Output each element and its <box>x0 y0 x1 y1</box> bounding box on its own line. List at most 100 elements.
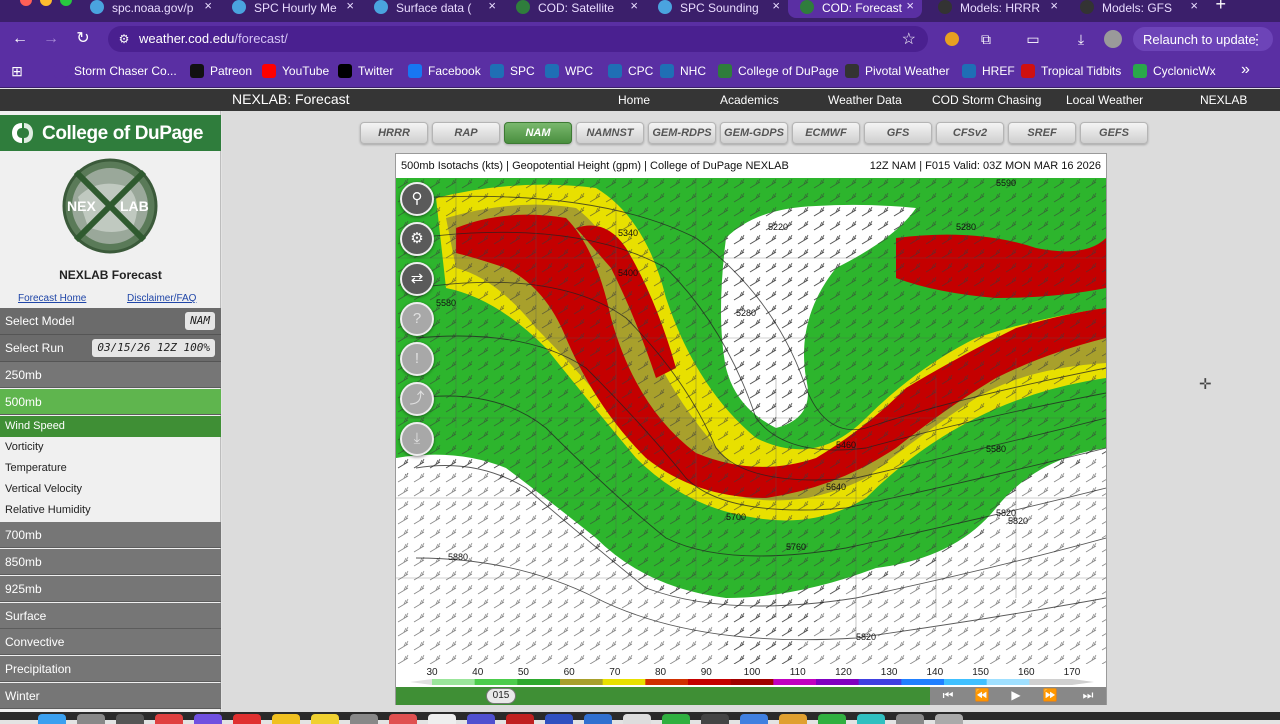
browser-tab[interactable]: Models: HRRR × <box>926 0 1066 18</box>
dock-app-icon[interactable] <box>350 714 378 724</box>
download-icon[interactable]: ⤓ <box>1072 30 1090 48</box>
bookmark-nhc[interactable]: NHC <box>660 64 706 78</box>
dock-app-icon[interactable] <box>428 714 456 724</box>
dock-app-icon[interactable] <box>272 714 300 724</box>
alert-icon[interactable]: ! <box>400 342 434 376</box>
nav-home[interactable]: Home <box>618 93 650 107</box>
model-tab-sref[interactable]: SREF <box>1008 122 1076 144</box>
site-info-icon[interactable]: ⚙ <box>116 31 132 47</box>
field-relative-humidity[interactable]: Relative Humidity <box>0 500 221 521</box>
model-tab-ecmwf[interactable]: ECMWF <box>792 122 860 144</box>
last-frame-icon[interactable]: ⏭ <box>1076 688 1100 703</box>
dock-app-icon[interactable] <box>311 714 339 724</box>
cast-icon[interactable]: ▭ <box>1024 30 1042 48</box>
close-tab-icon[interactable]: × <box>204 0 212 13</box>
bookmark-patreon[interactable]: Patreon <box>190 64 252 78</box>
dock-app-icon[interactable] <box>896 714 924 724</box>
dock-app-icon[interactable] <box>584 714 612 724</box>
dock-app-icon[interactable] <box>935 714 963 724</box>
dock-app-icon[interactable] <box>779 714 807 724</box>
first-frame-icon[interactable]: ⏮ <box>936 688 960 703</box>
reload-icon[interactable]: ↻ <box>72 28 94 50</box>
field-temperature[interactable]: Temperature <box>0 458 221 479</box>
share-icon[interactable]: ⤴ <box>400 382 434 416</box>
field-wind-speed[interactable]: Wind Speed <box>0 416 221 437</box>
level-convective[interactable]: Convective <box>0 629 221 655</box>
close-tab-icon[interactable]: × <box>1190 0 1198 13</box>
bookmark-wpc[interactable]: WPC <box>545 64 593 78</box>
level-500mb[interactable]: 500mb <box>0 389 221 415</box>
bookmark-cpc[interactable]: CPC <box>608 64 653 78</box>
nav-academics[interactable]: Academics <box>720 93 779 107</box>
settings-icon[interactable]: ⚙ <box>400 222 434 256</box>
frame-slider-handle[interactable]: 015 <box>486 688 516 704</box>
swap-icon[interactable]: ⇄ <box>400 262 434 296</box>
bookmark-cyclonicwx[interactable]: CyclonicWx <box>1133 64 1216 78</box>
animation-timeline[interactable]: 015 ⏮ ⏪ ▶ ⏩ ⏭ <box>396 687 1106 705</box>
browser-tab[interactable]: SPC Hourly Me × <box>220 0 362 18</box>
field-vorticity[interactable]: Vorticity <box>0 437 221 458</box>
dock-app-icon[interactable] <box>38 714 66 724</box>
level-surface[interactable]: Surface <box>0 603 221 629</box>
forecast-map[interactable]: 5340 5400 5220 5280 5280 5460 5580 5640 5700 5760… <box>396 178 1106 664</box>
step-back-icon[interactable]: ⏪ <box>970 688 994 702</box>
profile-avatar[interactable] <box>1104 30 1122 48</box>
bookmark-star-icon[interactable]: ☆ <box>902 29 916 49</box>
model-tab-cfsv2[interactable]: CFSv2 <box>936 122 1004 144</box>
close-tab-icon[interactable]: × <box>346 0 354 13</box>
close-tab-icon[interactable]: × <box>772 0 780 13</box>
dock-app-icon[interactable] <box>155 714 183 724</box>
dock-app-icon[interactable] <box>740 714 768 724</box>
play-icon[interactable]: ▶ <box>1004 688 1028 702</box>
address-bar[interactable]: ⚙ weather.cod.edu/forecast/ ☆ <box>108 26 928 52</box>
forecast-home-link[interactable]: Forecast Home <box>18 293 86 304</box>
dock-app-icon[interactable] <box>389 714 417 724</box>
dock-app-icon[interactable] <box>194 714 222 724</box>
field-vertical-velocity[interactable]: Vertical Velocity <box>0 479 221 500</box>
download-icon[interactable]: ⤓ <box>400 422 434 456</box>
select-run-value[interactable]: 03/15/26 12Z 100% <box>92 339 215 357</box>
dock-app-icon[interactable] <box>701 714 729 724</box>
bookmark-youtube[interactable]: YouTube <box>262 64 329 78</box>
dock-app-icon[interactable] <box>467 714 495 724</box>
bookmark-facebook[interactable]: Facebook <box>408 64 481 78</box>
disclaimer-faq-link[interactable]: Disclaimer/FAQ <box>127 293 196 304</box>
model-tab-namnst[interactable]: NAMNST <box>576 122 644 144</box>
more-menu-icon[interactable]: ⋮ <box>1250 31 1264 48</box>
select-model-row[interactable]: Select Model NAM <box>0 308 221 335</box>
url-text[interactable]: weather.cod.edu/forecast/ <box>139 31 288 46</box>
model-tab-rap[interactable]: RAP <box>432 122 500 144</box>
close-window-icon[interactable] <box>20 0 32 6</box>
bookmark-tropical-tidbits[interactable]: Tropical Tidbits <box>1021 64 1121 78</box>
bookmark-college-of-dupage[interactable]: College of DuPage <box>718 64 839 78</box>
browser-tab-active[interactable]: COD: Forecast × <box>788 0 922 18</box>
bookmark-storm-chaser-co[interactable]: Storm Chaser Co... <box>54 64 177 78</box>
level-precipitation[interactable]: Precipitation <box>0 656 221 682</box>
college-banner[interactable]: College of DuPage <box>0 115 221 151</box>
more-bookmarks-icon[interactable]: » <box>1241 61 1250 79</box>
relaunch-button[interactable]: Relaunch to update ⋮ <box>1133 27 1273 51</box>
dock-app-icon[interactable] <box>545 714 573 724</box>
close-tab-icon[interactable]: × <box>630 0 638 13</box>
minimize-window-icon[interactable] <box>40 0 52 6</box>
dock-app-icon[interactable] <box>233 714 261 724</box>
model-tab-gefs[interactable]: GEFS <box>1080 122 1148 144</box>
forward-arrow-icon[interactable]: → <box>40 28 62 50</box>
bookmark-spc[interactable]: SPC <box>490 64 535 78</box>
apps-grid-icon[interactable]: ⊞ <box>8 62 26 80</box>
user-location-icon[interactable]: ⚲ <box>400 182 434 216</box>
new-tab-button[interactable]: + <box>1215 0 1226 15</box>
bookmark-href[interactable]: HREF <box>962 64 1015 78</box>
close-tab-icon[interactable]: × <box>1050 0 1058 13</box>
nav-weather-data[interactable]: Weather Data <box>828 93 902 107</box>
model-tab-gem-rdps[interactable]: GEM-RDPS <box>648 122 716 144</box>
step-forward-icon[interactable]: ⏩ <box>1038 688 1062 702</box>
close-tab-icon[interactable]: × <box>906 0 914 13</box>
bookmark-pivotal-weather[interactable]: Pivotal Weather <box>845 64 950 78</box>
nav-local-weather[interactable]: Local Weather <box>1066 93 1143 107</box>
puzzle-extensions-icon[interactable]: ⧉ <box>977 30 995 48</box>
help-icon[interactable]: ? <box>400 302 434 336</box>
maximize-window-icon[interactable] <box>60 0 72 6</box>
level-250mb[interactable]: 250mb <box>0 362 221 388</box>
level-700mb[interactable]: 700mb <box>0 522 221 548</box>
